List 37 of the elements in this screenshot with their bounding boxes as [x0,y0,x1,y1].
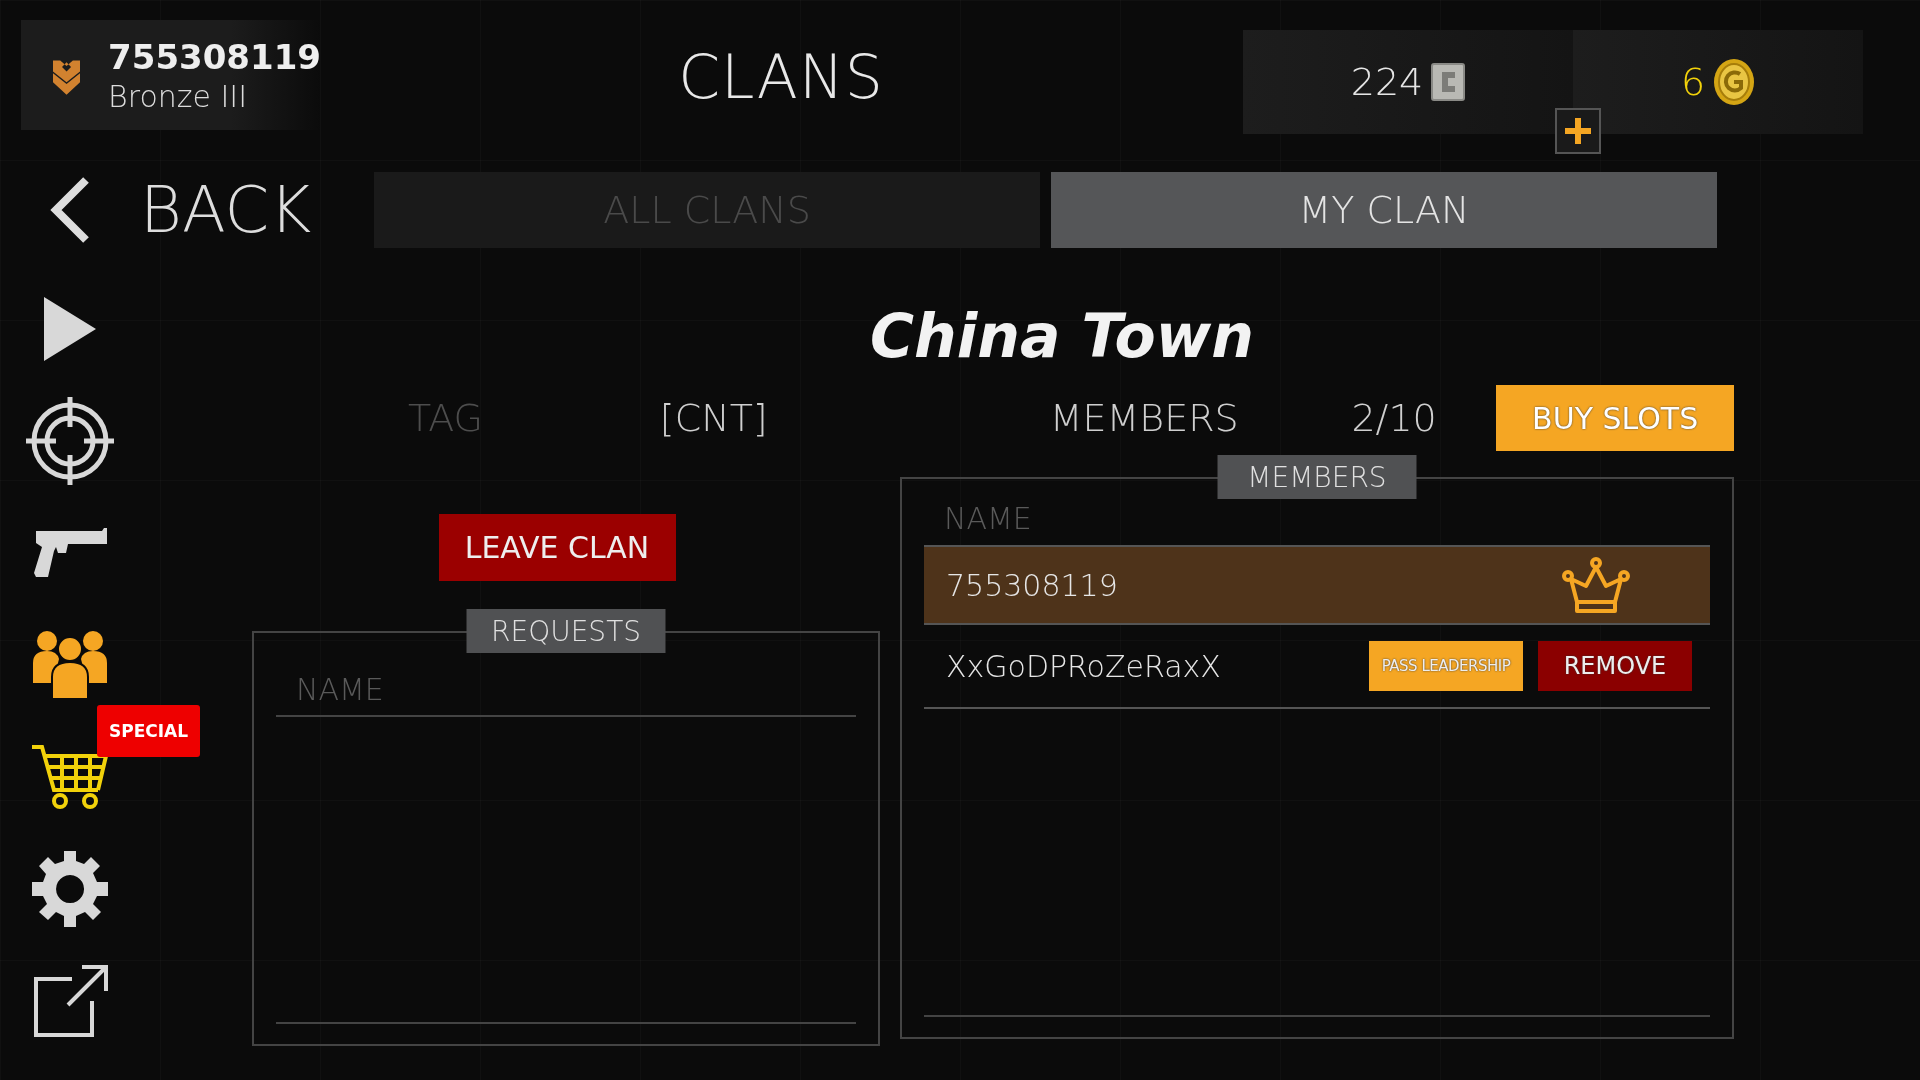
back-chevron-icon [48,176,90,244]
crosshair-icon [26,397,114,485]
panel-title: REQUESTS [466,609,666,653]
screen-title: CLANS [677,42,885,112]
back-button[interactable]: BACK [0,173,374,247]
leave-clan-button[interactable]: LEAVE CLAN [438,514,676,581]
panel-title: MEMBERS [1217,455,1417,499]
clan-name: China Town [869,300,1255,373]
currency-amount: 224 [1350,60,1424,104]
members-label: MEMBERS [1049,396,1240,440]
tag-label: TAG [408,396,485,440]
player-id: 755308119 [108,36,321,77]
crown-icon [1562,556,1630,614]
member-count: 2/10 [1351,396,1438,440]
column-header: NAME [944,500,1032,536]
group-icon [33,629,107,701]
sidebar-item[interactable] [25,399,115,483]
plus-icon [1565,118,1591,144]
shopping-cart-icon [32,744,108,810]
member-name: 755308119 [946,567,1119,603]
add-currency-button[interactable] [1555,108,1601,154]
crate-icon [1431,63,1466,101]
coin-icon [1713,58,1756,106]
special-badge: SPECIAL [97,705,201,757]
member-row[interactable]: XxGoDPRoZeRaxX PASS LEADERSHIP REMOVE [924,625,1710,709]
rank-label: Bronze III [108,78,249,114]
remove-button[interactable]: REMOVE [1538,641,1692,691]
currency-amount: 6 [1680,60,1706,104]
column-header: NAME [296,671,384,707]
tab[interactable]: MY CLAN [1051,172,1717,248]
clan-tag: [CNT] [659,396,780,440]
member-name: XxGoDPRoZeRaxX [946,648,1222,684]
pistol-icon [32,527,108,579]
member-row[interactable]: 755308119 [924,545,1710,625]
external-link-icon [32,963,108,1039]
settings-icon [32,851,108,927]
play-icon [44,297,96,361]
